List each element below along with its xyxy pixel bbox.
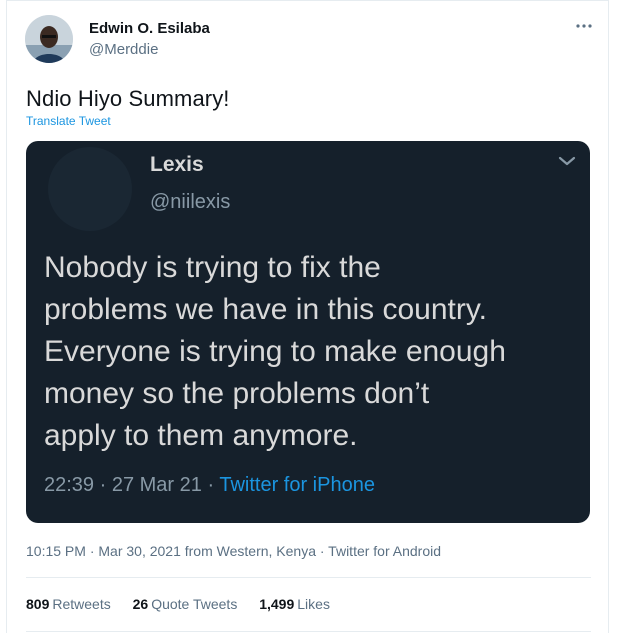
engagement-stats: 809 Retweets 26 Quote Tweets 1,499 Likes [26,596,348,612]
embedded-author-handle: @niilexis [150,191,231,213]
embedded-text-line: problems we have in this country. [44,293,487,326]
avatar[interactable] [25,15,73,63]
divider [26,577,591,578]
avatar-image [25,15,73,63]
author-handle[interactable]: @Merddie [89,41,158,58]
chevron-down-icon [556,153,578,169]
embedded-tweet-meta: 22:39 · 27 Mar 21 · Twitter for iPhone [44,474,375,497]
retweets-count: 809 [26,596,50,612]
embedded-avatar [48,147,132,231]
embedded-time: 22:39 [44,474,95,496]
meta-separator: · [207,474,220,496]
translate-tweet-link[interactable]: Translate Tweet [26,114,111,128]
embedded-text-line: money so the problems don’t [44,377,430,410]
divider [26,631,591,632]
quote-tweets-count: 26 [132,596,149,612]
embedded-text-line: apply to them anymore. [44,419,358,452]
quote-tweets-label: Quote Tweets [151,596,238,612]
embedded-text-line: Nobody is trying to fix the [44,251,381,284]
tweet-text: Ndio Hiyo Summary! [26,86,230,111]
likes-stat[interactable]: 1,499 Likes [259,596,330,612]
retweets-stat[interactable]: 809 Retweets [26,596,111,612]
retweets-label: Retweets [52,596,111,612]
embedded-tweet-text: Nobody is trying to fix the problems we … [44,247,584,457]
quote-tweets-stat[interactable]: 26 Quote Tweets [133,596,238,612]
embedded-author-name: Lexis [150,153,204,176]
author-name[interactable]: Edwin O. Esilaba [89,20,210,37]
tweet-meta[interactable]: 10:15 PM · Mar 30, 2021 from Western, Ke… [26,543,441,559]
likes-label: Likes [297,596,330,612]
embedded-tweet-image[interactable]: Lexis @niilexis Nobody is trying to fix … [26,141,590,523]
more-horizontal-icon[interactable] [573,17,595,35]
meta-separator: · [99,474,112,496]
embedded-source: Twitter for iPhone [219,474,375,496]
embedded-date: 27 Mar 21 [111,474,202,496]
tweet-card: Edwin O. Esilaba @Merddie Ndio Hiyo Summ… [6,0,609,633]
embedded-text-line: Everyone is trying to make enough [44,335,506,368]
likes-count: 1,499 [259,596,295,612]
